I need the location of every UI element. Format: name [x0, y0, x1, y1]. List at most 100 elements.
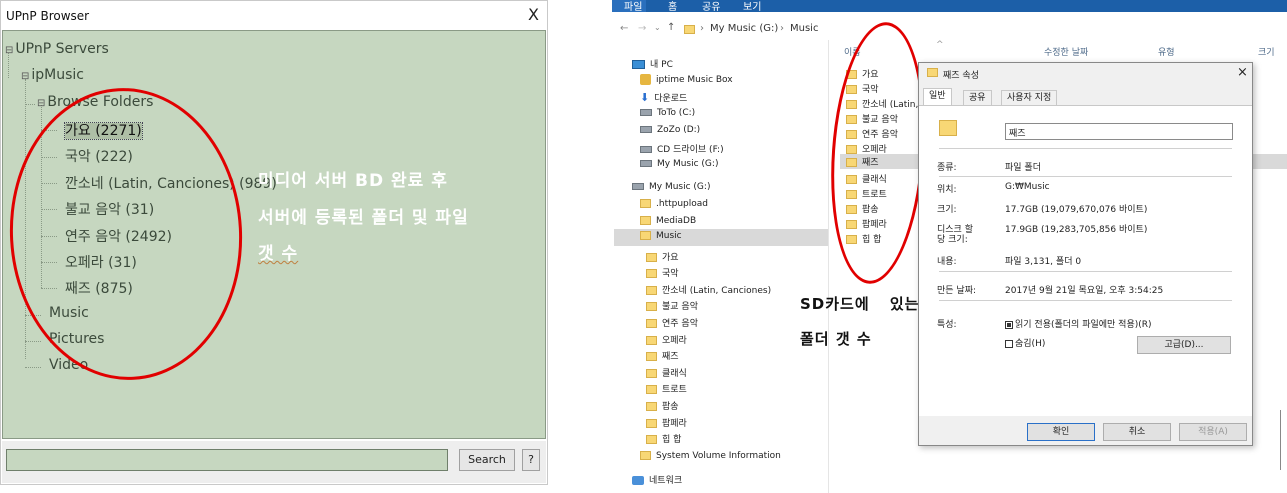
search-input[interactable] — [6, 449, 448, 471]
breadcrumb-music[interactable]: Music — [790, 23, 818, 34]
hidden-checkbox[interactable]: 숨김(H) — [1005, 336, 1045, 349]
column-header-date[interactable]: 수정한 날짜 — [1044, 45, 1088, 58]
tab-share[interactable]: 공유 — [702, 0, 720, 13]
readonly-checkbox[interactable]: 읽기 전용(폴더의 파일에만 적용)(R) — [1005, 317, 1152, 330]
size-value: 17.7GB (19,079,670,076 바이트) — [1005, 205, 1148, 215]
advanced-button[interactable]: 고급(D)... — [1137, 336, 1231, 354]
folder-icon — [640, 451, 651, 460]
tab-general[interactable]: 일반 — [923, 88, 952, 106]
media-server-icon — [640, 74, 651, 85]
location-label: 위치: — [937, 185, 957, 195]
close-icon[interactable]: X — [528, 5, 539, 24]
up-arrow-icon[interactable]: ↑ — [667, 22, 675, 33]
folder-icon — [640, 199, 651, 208]
column-header-type[interactable]: 유형 — [1158, 45, 1175, 58]
nav-subfolder[interactable]: 힙 합 — [646, 432, 681, 445]
folder-icon — [640, 216, 651, 225]
cancel-button[interactable]: 취소 — [1103, 423, 1171, 441]
checkbox-icon[interactable] — [1005, 339, 1013, 348]
nav-subfolder[interactable]: 연주 음악 — [646, 316, 698, 329]
back-arrow-icon[interactable]: ← — [620, 23, 628, 34]
folder-icon — [646, 302, 657, 311]
nav-drive[interactable]: My Music (G:) — [632, 182, 710, 192]
help-button[interactable]: ? — [522, 449, 540, 471]
general-tab-content: 째즈 종류: 파일 폴더 위치: G:₩Music 크기: 17.7GB (19… — [919, 105, 1252, 416]
folder-icon — [927, 68, 943, 78]
tree-node-ipmusic[interactable]: ⊟ ipMusic — [21, 67, 84, 83]
nav-item[interactable]: CD 드라이브 (F:) — [640, 142, 724, 155]
created-label: 만든 날짜: — [937, 286, 977, 296]
type-label: 종류: — [937, 163, 957, 173]
nav-network[interactable]: 네트워크 — [632, 473, 682, 486]
column-header-size[interactable]: 크기 — [1258, 45, 1275, 58]
created-value: 2017년 9월 21일 목요일, 오후 3:54:25 — [1005, 286, 1164, 296]
properties-dialog: 째즈 속성 × 일반 공유 사용자 지정 째즈 종류: 파일 폴더 위치: G:… — [918, 62, 1253, 446]
recent-dropdown-icon[interactable]: ⌄ — [654, 23, 661, 32]
nav-this-pc[interactable]: 내 PC — [632, 57, 673, 70]
scrollbar[interactable] — [1280, 410, 1281, 470]
nav-subfolder[interactable]: 째즈 — [646, 349, 679, 362]
annotation-text: 서버에 등록된 폴더 및 파일 — [258, 208, 469, 228]
search-button[interactable]: Search — [459, 449, 515, 471]
collapse-icon[interactable]: ⊟ — [5, 45, 13, 56]
annotation-text: 갯 수 — [258, 244, 299, 264]
folder-icon — [646, 286, 657, 295]
folder-icon — [646, 269, 657, 278]
forward-arrow-icon[interactable]: → — [638, 23, 646, 34]
folder-icon — [640, 231, 651, 240]
contents-label: 내용: — [937, 257, 957, 267]
address-bar[interactable]: ← → ⌄ ↑ › My Music (G:) › Music — [612, 17, 1287, 39]
nav-subfolder[interactable]: 불교 음악 — [646, 299, 698, 312]
annotation-text: 폴더 갯 수 — [800, 330, 872, 348]
nav-subfolder[interactable]: 클래식 — [646, 366, 687, 379]
folder-icon — [684, 25, 695, 34]
nav-subfolder[interactable]: 트로트 — [646, 382, 687, 395]
apply-button[interactable]: 적용(A) — [1179, 423, 1247, 441]
nav-folder[interactable]: System Volume Information — [640, 451, 781, 461]
pane-divider[interactable] — [828, 40, 829, 493]
nav-item[interactable]: ⬇ 다운로드 — [640, 91, 687, 104]
tab-file[interactable]: 파일 — [624, 0, 642, 13]
nav-item[interactable]: My Music (G:) — [640, 159, 718, 169]
checkbox-indeterminate-icon[interactable] — [1005, 320, 1013, 329]
folder-icon — [646, 352, 657, 361]
disk-size-label: 당 크기: — [937, 235, 968, 245]
nav-subfolder[interactable]: 팝송 — [646, 399, 679, 412]
computer-icon — [632, 60, 645, 69]
folder-icon — [646, 385, 657, 394]
attributes-label: 특성: — [937, 320, 957, 330]
drive-icon — [640, 160, 652, 167]
nav-item[interactable]: iptime Music Box — [640, 74, 733, 85]
ok-button[interactable]: 확인 — [1027, 423, 1095, 441]
breadcrumb-separator-icon: › — [780, 23, 784, 34]
collapse-icon[interactable]: ⊟ — [37, 98, 45, 109]
folder-icon — [646, 419, 657, 428]
nav-folder[interactable]: MediaDB — [640, 216, 696, 226]
tab-home[interactable]: 홈 — [668, 0, 677, 13]
close-icon[interactable]: × — [1237, 65, 1248, 80]
nav-folder[interactable]: .httpupload — [640, 199, 708, 209]
tree-node-upnp-servers[interactable]: ⊟ UPnP Servers — [5, 41, 109, 57]
nav-folder-selected[interactable]: Music — [614, 229, 828, 246]
size-label: 크기: — [937, 205, 957, 215]
nav-subfolder[interactable]: 오페라 — [646, 333, 687, 346]
annotation-text: 미디어 서버 BD 완료 후 — [258, 171, 448, 191]
nav-subfolder[interactable]: 가요 — [646, 250, 679, 263]
nav-subfolder[interactable]: 깐소네 (Latin, Canciones) — [646, 283, 771, 296]
folder-icon — [646, 253, 657, 262]
nav-subfolder[interactable]: 국악 — [646, 266, 679, 279]
folder-icon — [646, 402, 657, 411]
nav-item[interactable]: ToTo (C:) — [640, 108, 695, 118]
breadcrumb-separator-icon: › — [700, 23, 704, 34]
folder-icon — [646, 369, 657, 378]
collapse-icon[interactable]: ⊟ — [21, 71, 29, 82]
type-value: 파일 폴더 — [1005, 163, 1041, 173]
nav-item[interactable]: ZoZo (D:) — [640, 125, 700, 135]
tab-customize[interactable]: 사용자 지정 — [1001, 90, 1058, 106]
breadcrumb-drive[interactable]: My Music (G:) — [710, 23, 778, 34]
nav-subfolder[interactable]: 팝페라 — [646, 416, 687, 429]
folder-name-field[interactable]: 째즈 — [1005, 123, 1233, 140]
disk-size-value: 17.9GB (19,283,705,856 바이트) — [1005, 225, 1148, 235]
tab-sharing[interactable]: 공유 — [963, 90, 992, 106]
tab-view[interactable]: 보기 — [743, 0, 761, 13]
